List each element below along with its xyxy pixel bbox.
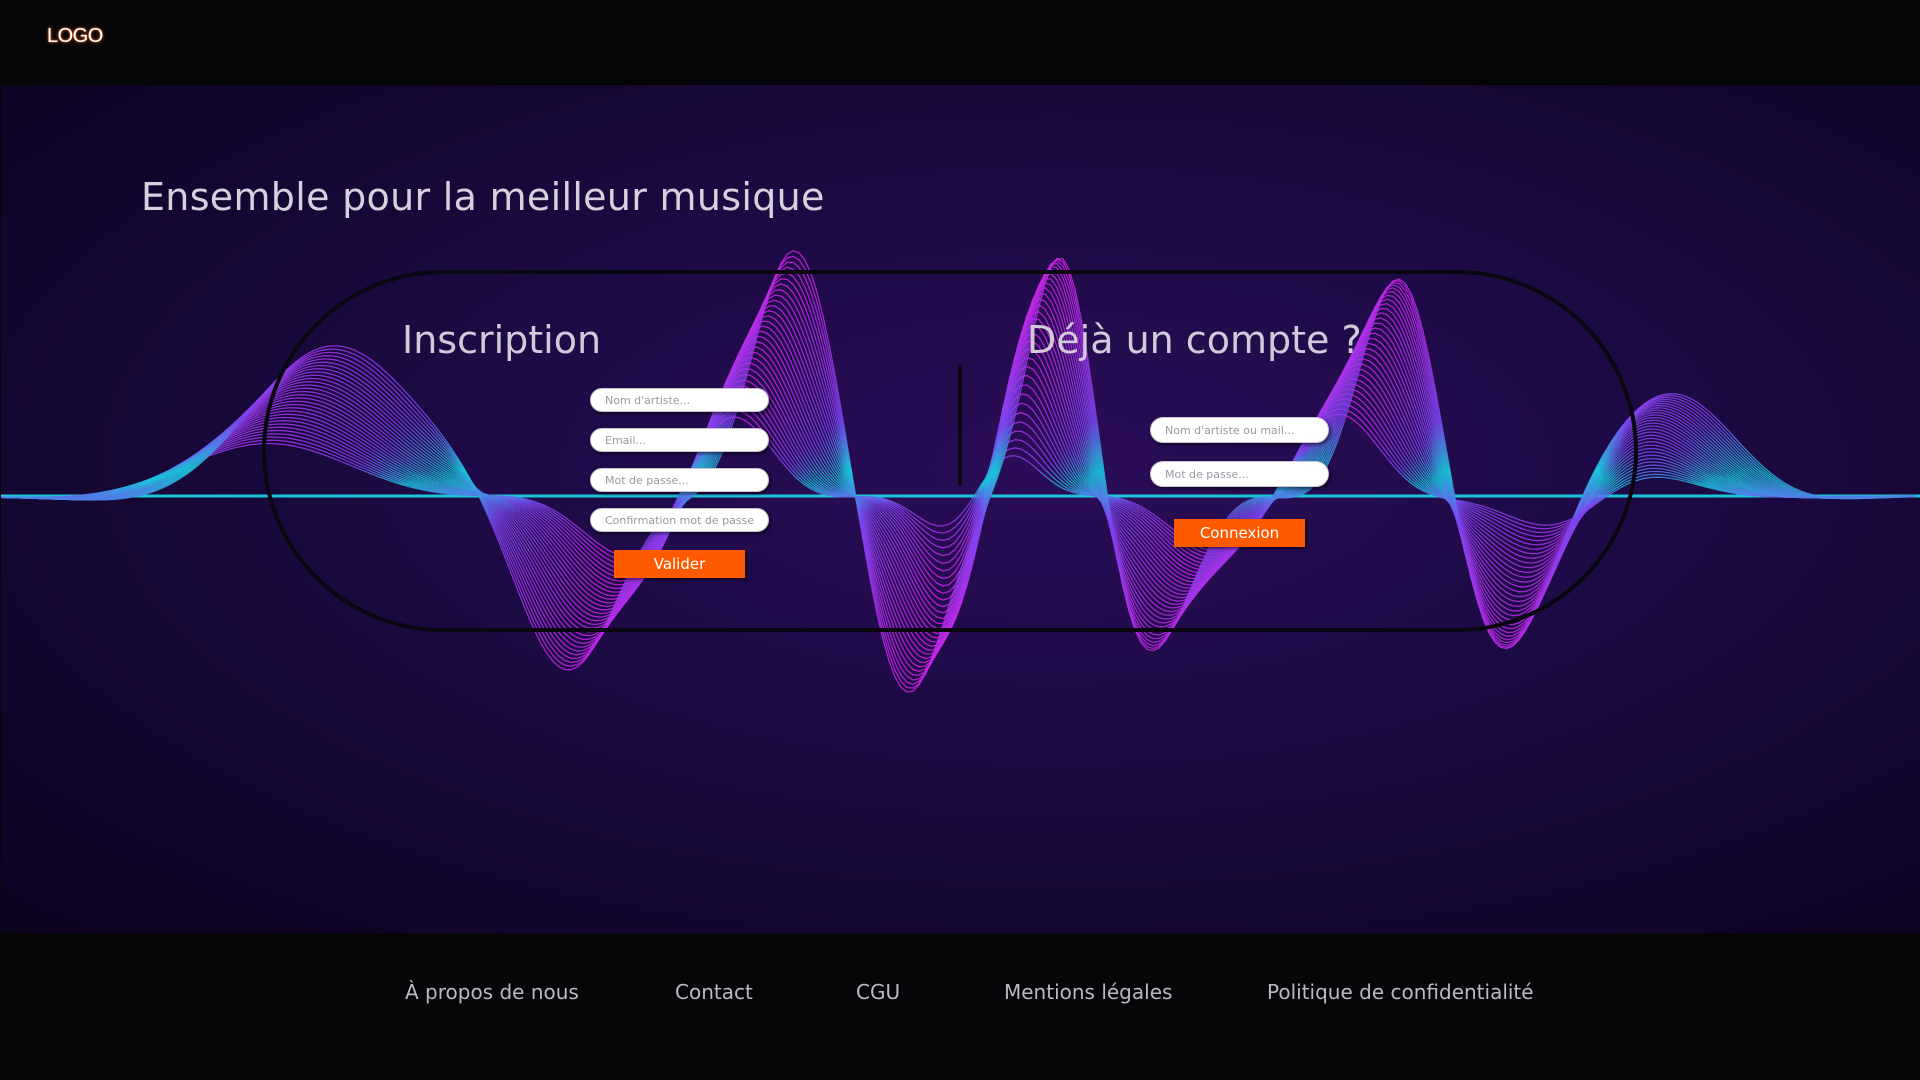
register-submit-button[interactable]: Valider: [614, 550, 745, 578]
page-headline: Ensemble pour la meilleur musique: [141, 175, 825, 219]
register-title: Inscription: [402, 318, 602, 362]
footer: À propos de nous Contact CGU Mentions lé…: [0, 933, 1920, 1080]
password-input[interactable]: [590, 468, 769, 492]
email-input[interactable]: [590, 428, 769, 452]
footer-link-privacy[interactable]: Politique de confidentialité: [1267, 980, 1534, 1004]
password-confirm-input[interactable]: [590, 508, 769, 532]
logo[interactable]: LOGO: [47, 25, 103, 48]
footer-link-about[interactable]: À propos de nous: [405, 980, 579, 1004]
artist-name-input[interactable]: [590, 388, 769, 412]
login-identifier-input[interactable]: [1150, 417, 1329, 443]
login-password-input[interactable]: [1150, 461, 1329, 487]
footer-link-legal[interactable]: Mentions légales: [1004, 980, 1172, 1004]
footer-link-contact[interactable]: Contact: [675, 980, 753, 1004]
login-title: Déjà un compte ?: [1027, 318, 1362, 362]
login-submit-button[interactable]: Connexion: [1174, 519, 1305, 547]
form-divider: [958, 365, 962, 485]
footer-link-cgu[interactable]: CGU: [856, 980, 900, 1004]
top-header: LOGO: [0, 0, 1920, 85]
page: LOGO Ensemble pour la meilleur musique I…: [0, 0, 1920, 1080]
